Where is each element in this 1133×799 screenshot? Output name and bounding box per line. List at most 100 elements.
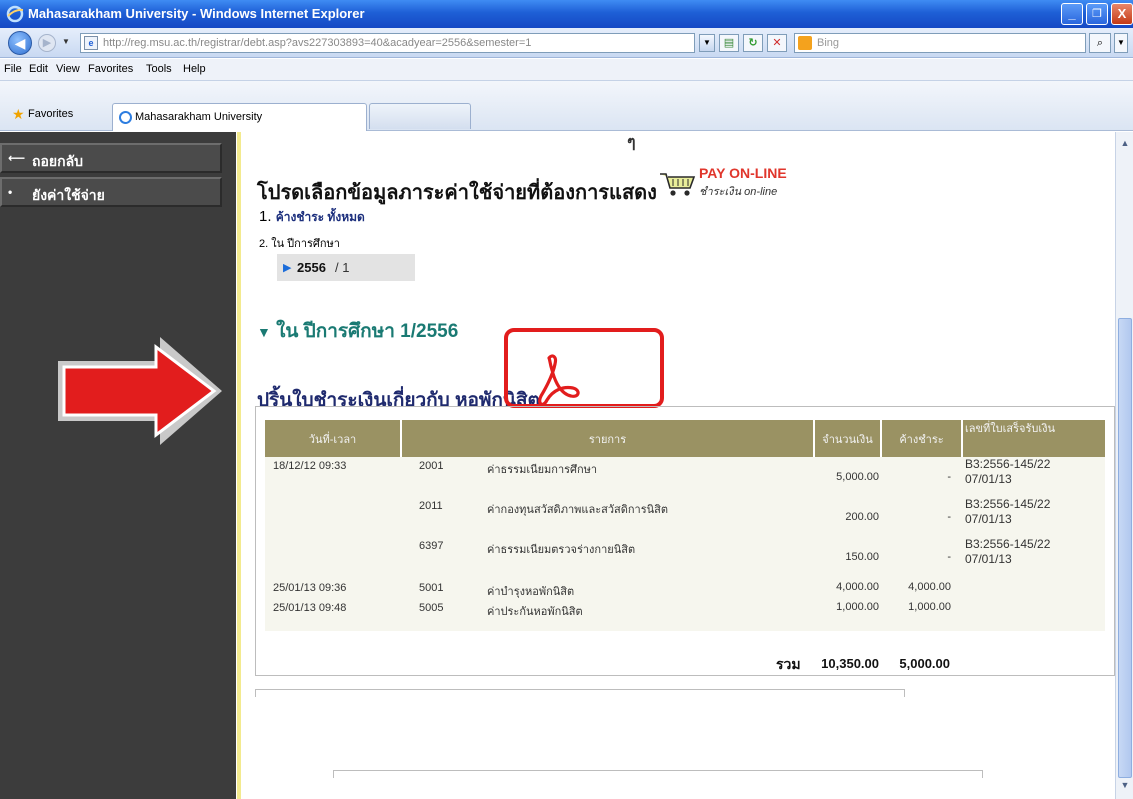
sidebar — [0, 132, 236, 799]
table-header: วันที่-เวลา รายการ จำนวนเงิน ค้างชำระ เล… — [265, 420, 1105, 457]
payment-table: วันที่-เวลา รายการ จำนวนเงิน ค้างชำระ เล… — [255, 406, 1115, 676]
caret-down-icon: ▼ — [257, 324, 271, 340]
pay-online-subtitle: ชำระเงิน on-line — [699, 186, 778, 198]
table-row: 25/01/13 09:48 5005 ค่าประกันหอพักนิสิต … — [265, 599, 1105, 619]
search-options-dropdown[interactable]: ▼ — [1114, 33, 1128, 53]
favorites-button[interactable]: Favorites — [28, 108, 73, 120]
empty-panel — [255, 689, 905, 697]
total-outstanding: 5,000.00 — [899, 656, 950, 671]
back-button[interactable]: ◀ — [8, 31, 32, 55]
cell-amount: 150.00 — [845, 551, 879, 563]
menu-help[interactable]: Help — [183, 63, 206, 75]
column-header-amount: จำนวนเงิน — [815, 420, 882, 457]
window-title: Mahasarakham University - Windows Intern… — [28, 6, 365, 21]
cell-code: 5005 — [419, 602, 444, 614]
menu-edit[interactable]: Edit — [29, 63, 48, 75]
menu-tools[interactable]: Tools — [146, 63, 172, 75]
arrow-left-icon: ◀ — [14, 35, 26, 51]
option-all-outstanding: 1. ค้างชำระ ทั้งหมด — [259, 208, 365, 227]
arrow-right-icon: ▶ — [42, 37, 52, 49]
cell-amount: 200.00 — [845, 511, 879, 523]
page-title: โปรดเลือกข้อมูลภาระค่าใช้จ่ายที่ต้องการแ… — [257, 182, 657, 204]
address-field[interactable]: e http://reg.msu.ac.th/registrar/debt.as… — [80, 33, 695, 53]
cell-description: ค่าธรรมเนียมตรวจร่างกายนิสิต — [487, 544, 636, 556]
cell-code: 5001 — [419, 582, 444, 594]
address-toolbar: ◀ ▶ ▼ e http://reg.msu.ac.th/registrar/d… — [0, 28, 1133, 58]
refresh-icon: ↻ — [748, 37, 758, 49]
favorites-bar: ★ Favorites Mahasarakham University — [0, 81, 1133, 131]
cell-code: 6397 — [419, 540, 444, 552]
section-title: ▼ ใน ปีการศึกษา 1/2556 — [257, 316, 458, 346]
tab-label: Mahasarakham University — [135, 111, 263, 123]
bullet-icon: • — [8, 185, 13, 199]
column-header-outstanding: ค้างชำระ — [882, 420, 963, 457]
table-row: 18/12/12 09:33 2001 ค่าธรรมเนียมการศึกษา… — [265, 457, 1105, 497]
close-button[interactable]: X — [1111, 3, 1133, 25]
section-title-text: ใน ปีการศึกษา 1/2556 — [276, 321, 459, 342]
search-input[interactable]: Bing — [794, 33, 1086, 53]
pay-online-link[interactable]: PAY ON-LINE — [699, 165, 787, 181]
address-url: http://reg.msu.ac.th/registrar/debt.asp?… — [103, 37, 532, 49]
option-by-year: 2. ใน ปีการศึกษา — [259, 238, 340, 250]
favorites-star-icon: ★ — [12, 106, 25, 122]
cell-amount: 5,000.00 — [836, 471, 879, 483]
sidebar-item-back[interactable]: ⟵ ถอยกลับ — [0, 143, 222, 173]
cell-outstanding: - — [947, 511, 951, 523]
sidebar-item-label: ถอยกลับ — [32, 153, 84, 169]
pdf-icon[interactable] — [535, 352, 581, 414]
forward-button[interactable]: ▶ — [38, 34, 56, 52]
scroll-thumb[interactable] — [1118, 318, 1132, 778]
menu-favorites[interactable]: Favorites — [88, 63, 133, 75]
cell-description: ค่ากองทุนสวัสดิภาพและสวัสดิการนิสิต — [487, 504, 668, 516]
maximize-button[interactable]: ❐ — [1086, 3, 1108, 25]
arrow-left-icon: ⟵ — [8, 151, 26, 165]
refresh-button[interactable]: ↻ — [743, 34, 763, 52]
vertical-scrollbar[interactable]: ▲ ▼ — [1115, 132, 1133, 799]
total-amount: 10,350.00 — [821, 656, 879, 671]
menu-view[interactable]: View — [56, 63, 80, 75]
window-titlebar: Mahasarakham University - Windows Intern… — [0, 0, 1133, 28]
search-button[interactable]: ⌕ — [1089, 33, 1111, 53]
column-header-item: รายการ — [402, 420, 815, 457]
sidebar-item-expenses[interactable]: • ยังค่าใช้จ่าย — [0, 177, 222, 207]
table-body: 18/12/12 09:33 2001 ค่าธรรมเนียมการศึกษา… — [265, 457, 1105, 631]
menu-file[interactable]: File — [4, 63, 22, 75]
scroll-up-icon[interactable]: ▲ — [1118, 138, 1132, 152]
table-row: 25/01/13 09:36 5001 ค่าบำรุงหอพักนิสิต 4… — [265, 579, 1105, 599]
empty-panel — [333, 770, 983, 778]
all-outstanding-link[interactable]: ค้างชำระ ทั้งหมด — [276, 210, 365, 224]
address-dropdown-button[interactable]: ▼ — [699, 34, 715, 52]
sidebar-item-label: ยังค่าใช้จ่าย — [32, 187, 105, 203]
cell-outstanding: - — [947, 471, 951, 483]
cell-amount: 1,000.00 — [836, 601, 879, 613]
cell-date: 25/01/13 09:48 — [273, 602, 347, 614]
cell-code: 2011 — [419, 500, 443, 512]
cell-description: ค่าธรรมเนียมการศึกษา — [487, 464, 598, 476]
page-content: ๆ โปรดเลือกข้อมูลภาระค่าใช้จ่ายที่ต้องกา… — [241, 132, 1115, 799]
compatibility-view-button[interactable]: ▤ — [719, 34, 739, 52]
page-icon: e — [84, 36, 98, 50]
total-label: รวม — [776, 656, 801, 672]
new-tab-button[interactable] — [369, 103, 471, 129]
cell-receipt: B3:2556-145/22 07/01/13 — [965, 537, 1051, 566]
column-header-receipt: เลขที่ใบเสร็จรับเงิน — [965, 423, 1055, 435]
term-link[interactable]: ▶ 2556 / 1 — [277, 254, 415, 281]
annotation-arrow-icon — [58, 337, 222, 445]
compatibility-icon: ▤ — [723, 37, 735, 49]
cell-code: 2001 — [419, 460, 444, 472]
minimize-button[interactable]: _ — [1061, 3, 1083, 25]
cell-date: 25/01/13 09:36 — [273, 582, 347, 594]
recent-pages-dropdown[interactable]: ▼ — [62, 37, 70, 46]
stop-icon: ✕ — [772, 37, 782, 49]
stop-button[interactable]: ✕ — [767, 34, 787, 52]
browser-tab[interactable]: Mahasarakham University — [112, 103, 367, 131]
cell-receipt: B3:2556-145/22 07/01/13 — [965, 497, 1051, 526]
menu-bar: File Edit View Favorites Tools Help — [0, 59, 1133, 81]
term-year: 2556 — [297, 260, 326, 275]
cell-date: 18/12/12 09:33 — [273, 460, 347, 472]
top-glyph: ๆ — [627, 134, 636, 151]
scroll-down-icon[interactable]: ▼ — [1118, 780, 1132, 794]
table-row: 2011 ค่ากองทุนสวัสดิภาพและสวัสดิการนิสิต… — [265, 497, 1105, 537]
table-row: 6397 ค่าธรรมเนียมตรวจร่างกายนิสิต 150.00… — [265, 537, 1105, 577]
shopping-cart-icon[interactable] — [657, 170, 697, 198]
